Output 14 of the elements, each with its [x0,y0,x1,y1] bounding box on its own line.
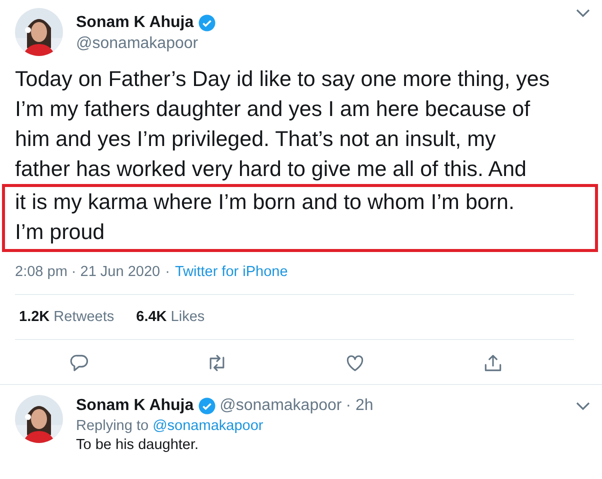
stat-count[interactable]: 6.4K Likes [136,309,205,325]
highlighted-text: it is my karma where I’m born and to whom I’m born. I’m proud [15,189,516,246]
reply-text: To be his daughter. [76,437,200,453]
stat-count[interactable]: 1.2K Retweets [19,309,114,325]
dropdown-button[interactable] [576,401,590,411]
separator-dot: · [165,264,170,280]
dropdown-button[interactable] [576,8,590,18]
replying-to-text: Replying to @sonamakapoor [76,418,264,434]
author-name: Sonam K Ahuja [76,397,194,415]
timestamp: 2:08 pm · 21 Jun 2020 [15,264,160,280]
reply-age: · 2h [346,397,374,415]
author-handle: @sonamakapoor [220,397,342,415]
author-handle: @sonamakapoor [76,35,200,53]
author-name: Sonam K Ahuja [76,14,194,32]
